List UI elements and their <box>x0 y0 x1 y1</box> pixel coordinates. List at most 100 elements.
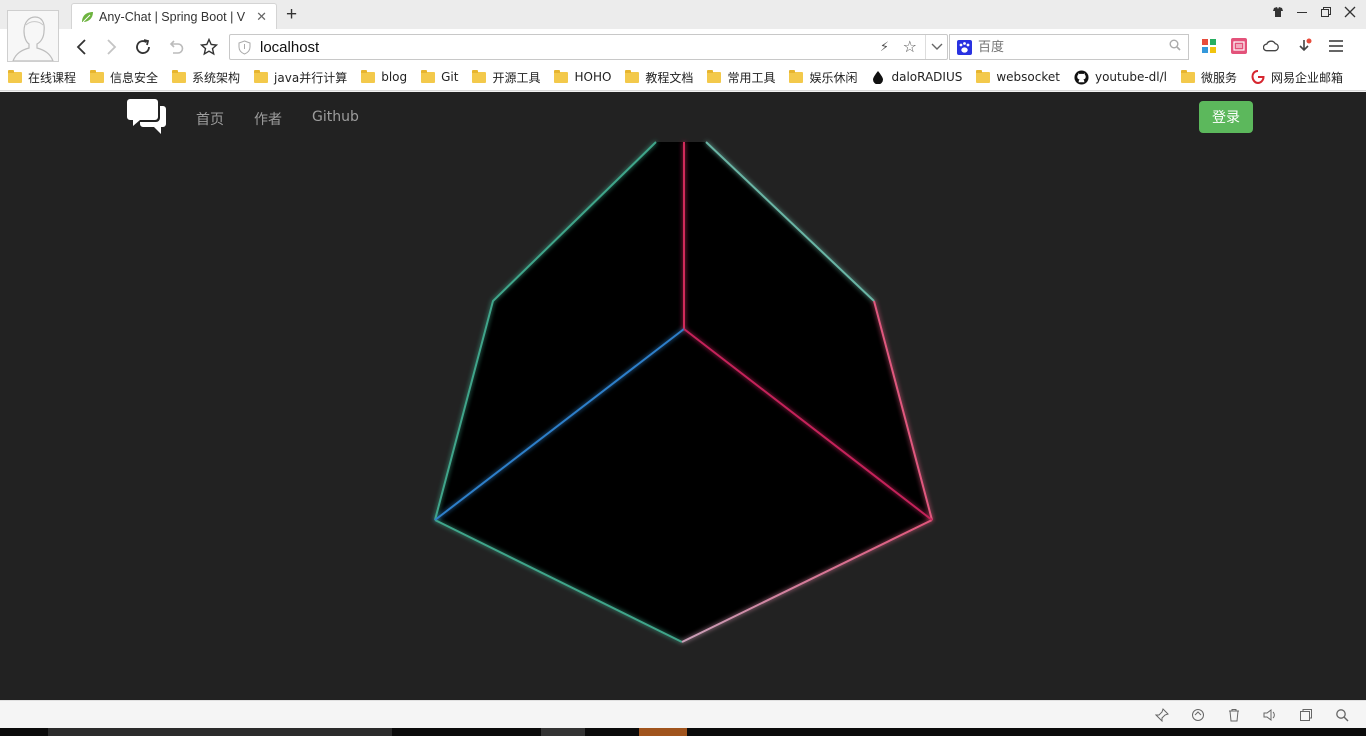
back-button[interactable] <box>72 37 92 57</box>
favorite-button[interactable] <box>199 37 219 57</box>
user-avatar[interactable] <box>7 10 59 62</box>
search-box[interactable] <box>949 34 1189 60</box>
undo-icon <box>169 40 184 54</box>
undo-close-button[interactable] <box>166 37 186 57</box>
glowing-cube-graphic <box>434 141 933 643</box>
bookmark-label: 常用工具 <box>727 70 776 85</box>
bookmark-label: daloRADIUS <box>891 70 963 84</box>
zoom-icon[interactable] <box>1334 707 1350 723</box>
folder-icon <box>554 69 569 83</box>
bookmark-item[interactable]: blog <box>361 69 408 84</box>
address-text: localhost <box>260 39 320 56</box>
sync-icon[interactable] <box>1190 707 1206 723</box>
window-controls <box>1272 5 1356 19</box>
minimize-icon[interactable] <box>1296 5 1308 19</box>
bookmark-item[interactable]: 娱乐休闲 <box>789 69 857 86</box>
bookmark-item[interactable]: 信息安全 <box>90 69 158 86</box>
nav-github-link[interactable]: Github <box>312 109 359 125</box>
github-icon <box>1074 69 1089 85</box>
folder-icon <box>707 69 722 83</box>
search-icon[interactable] <box>1169 39 1181 54</box>
reload-icon <box>136 39 150 54</box>
address-dropdown-icon[interactable] <box>925 35 947 59</box>
taskbar-item[interactable] <box>48 728 392 736</box>
folder-icon <box>8 69 22 83</box>
skin-icon[interactable] <box>1272 5 1284 19</box>
folder-icon <box>625 69 640 83</box>
folder-icon <box>976 69 991 83</box>
bookmark-label: HOHO <box>574 70 612 84</box>
bookmark-label: 开源工具 <box>492 70 541 85</box>
volume-icon[interactable] <box>1262 707 1278 723</box>
bookmark-label: 娱乐休闲 <box>809 70 858 85</box>
bookmark-item[interactable]: 在线课程 <box>8 69 76 86</box>
bookmark-item[interactable]: youtube-dl/l <box>1074 69 1168 85</box>
cloud-icon[interactable] <box>1263 38 1279 54</box>
bookmark-item[interactable]: java并行计算 <box>254 69 347 86</box>
apps-grid-icon[interactable] <box>1201 38 1217 54</box>
nav-home-link[interactable]: 首页 <box>196 109 224 129</box>
address-bar[interactable]: localhost ⚡ ☆ <box>229 34 948 60</box>
back-arrow-icon <box>76 39 86 55</box>
folder-icon <box>421 69 436 83</box>
reload-button[interactable] <box>133 37 153 57</box>
bookmark-label: 微服务 <box>1201 70 1238 85</box>
close-window-icon[interactable] <box>1344 5 1356 19</box>
trash-icon[interactable] <box>1226 707 1242 723</box>
restore-icon[interactable] <box>1320 5 1332 19</box>
bookmark-label: websocket <box>996 70 1060 84</box>
baidu-paw-icon <box>957 40 972 55</box>
lightning-icon[interactable]: ⚡ <box>880 39 889 55</box>
new-tab-icon[interactable]: + <box>286 4 297 26</box>
folder-icon <box>472 69 487 83</box>
bookmark-star-icon[interactable]: ☆ <box>903 37 917 57</box>
bookmark-label: 在线课程 <box>28 70 77 85</box>
bookmarks-bar: 在线课程 信息安全 系统架构 java并行计算 blog Git 开源工具 HOHO 教程文档 常… <box>0 64 1366 91</box>
avatar-silhouette-icon <box>8 11 58 62</box>
tab-bar: Any-Chat | Spring Boot | V ✕ + <box>0 0 1366 29</box>
bookmark-item[interactable]: 微服务 <box>1181 69 1237 86</box>
forward-button[interactable] <box>101 37 121 57</box>
bookmark-label: blog <box>381 70 408 84</box>
bookmark-item[interactable]: websocket <box>976 69 1060 84</box>
tab-close-icon[interactable]: ✕ <box>256 9 267 25</box>
star-icon <box>200 38 218 56</box>
bookmark-label: youtube-dl/l <box>1094 70 1168 84</box>
taskbar-item[interactable] <box>541 728 585 736</box>
status-bar <box>0 700 1366 728</box>
site-navbar: 首页 作者 Github 登录 <box>0 92 1366 142</box>
bookmark-item[interactable]: 教程文档 <box>625 69 693 86</box>
tab-title: Any-Chat | Spring Boot | V <box>99 9 246 24</box>
bookmark-label: 网易企业邮箱 <box>1271 70 1344 85</box>
taskbar-item[interactable] <box>639 728 687 736</box>
download-icon[interactable] <box>1296 38 1312 54</box>
netease-icon <box>1251 70 1265 84</box>
ticket-extension-icon[interactable] <box>1231 38 1247 54</box>
window-mode-icon[interactable] <box>1298 707 1314 723</box>
folder-icon <box>789 69 804 83</box>
folder-icon <box>254 69 269 83</box>
search-input[interactable] <box>978 37 1158 57</box>
pin-icon[interactable] <box>1154 707 1170 723</box>
bookmark-item[interactable]: 常用工具 <box>707 69 775 86</box>
login-button[interactable]: 登录 <box>1199 101 1253 133</box>
bookmark-label: 系统架构 <box>192 70 241 85</box>
bookmark-item[interactable]: 系统架构 <box>172 69 240 86</box>
page-content: 首页 作者 Github 登录 <box>0 92 1366 700</box>
folder-icon <box>361 69 376 83</box>
chat-bubbles-icon[interactable] <box>127 98 167 141</box>
bookmark-item[interactable]: 网易企业邮箱 <box>1251 69 1343 86</box>
bookmark-item[interactable]: 开源工具 <box>472 69 540 86</box>
tab-active[interactable]: Any-Chat | Spring Boot | V ✕ <box>71 3 277 29</box>
bookmark-label: 教程文档 <box>645 70 694 85</box>
forward-arrow-icon <box>107 39 117 55</box>
bookmark-label: java并行计算 <box>274 70 348 85</box>
bookmark-item[interactable]: HOHO <box>554 69 612 84</box>
nav-author-link[interactable]: 作者 <box>254 109 282 129</box>
folder-icon <box>1181 69 1196 83</box>
folder-icon <box>90 69 105 83</box>
menu-icon[interactable] <box>1328 38 1344 54</box>
bookmark-item[interactable]: daloRADIUS <box>871 70 962 84</box>
shield-icon <box>238 40 251 55</box>
bookmark-item[interactable]: Git <box>421 69 458 84</box>
